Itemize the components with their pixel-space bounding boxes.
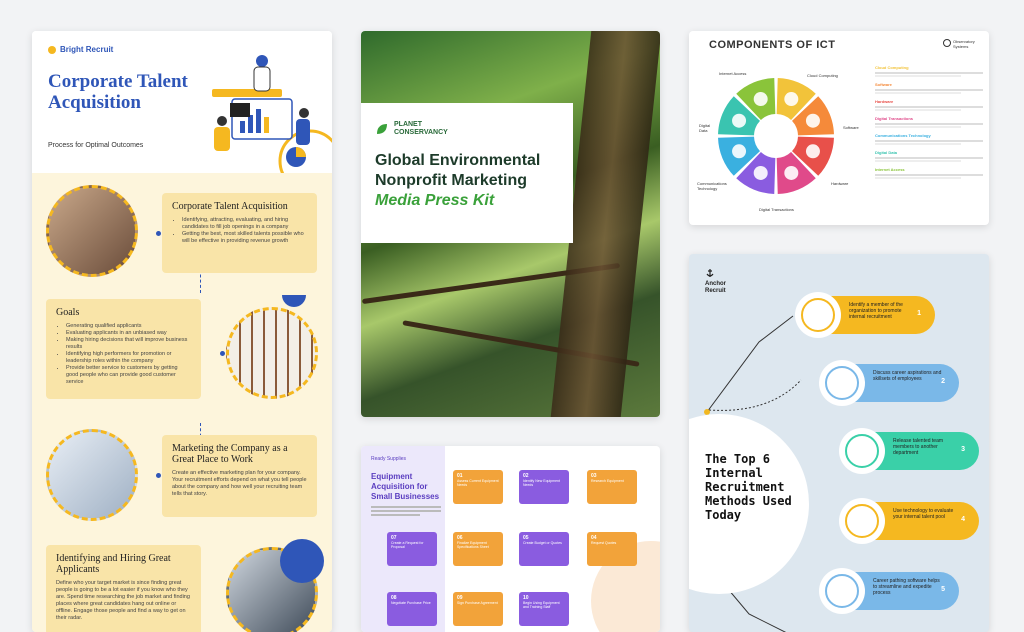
brand-logo: Bright Recruit <box>48 45 113 54</box>
step-06: 06 Finalize Equipment Specifications Shee… <box>453 532 503 566</box>
method-item-3: Release talented team members to another… <box>839 428 979 474</box>
segment-label: Digital Transactions <box>759 207 794 212</box>
bullet: Identifying high performers for promotio… <box>66 351 191 365</box>
method-item-5: Career pathing software helps to streaml… <box>819 568 959 614</box>
step-04: 04 Request Quotes <box>587 532 637 566</box>
decor-circle <box>280 539 324 583</box>
bullet: Making hiring decisions that will improv… <box>66 337 191 351</box>
section-box-1: Corporate Talent Acquisition Identifying… <box>162 193 317 273</box>
section-title: Corporate Talent Acquisition <box>172 201 288 212</box>
section-box-4: Identifying and Hiring Great Applicants … <box>46 545 201 632</box>
decor-half-circle <box>282 295 306 307</box>
method-item-4: Use technology to evaluate your internal… <box>839 498 979 544</box>
connector-dot <box>220 351 225 356</box>
step-09: 09 Sign Purchase Agreement <box>453 592 503 626</box>
hero-section: Bright Recruit Corporate Talent Acquisit… <box>32 31 332 173</box>
leaf-icon <box>377 124 387 134</box>
brand-logo: Observatory Systems <box>943 39 979 49</box>
section-title: Identifying and Hiring Great Applicants <box>56 553 171 575</box>
card-title: Equipment Acquisition for Small Business… <box>371 472 440 501</box>
card-title-accent: Media Press Kit <box>375 192 495 209</box>
bullet: Identifying, attracting, evaluating, and… <box>182 217 307 231</box>
content-body: Corporate Talent Acquisition Identifying… <box>32 173 332 632</box>
template-card-equipment-acquisition[interactable]: Ready Supplies Equipment Acquisition for… <box>361 446 660 632</box>
card-subtitle: Process for Optimal Outcomes <box>48 142 144 149</box>
step-03: 03 Research Equipment <box>587 470 637 504</box>
template-card-internal-recruitment[interactable]: Anchor Recruit The Top 6 Internal Recruit… <box>689 254 989 632</box>
step-10: 10 Begin Using Equipment and Training Sta… <box>519 592 569 626</box>
step-01: 01 Assess Current Equipment Needs <box>453 470 503 504</box>
section-box-2: Goals Generating qualified applicants Ev… <box>46 299 201 399</box>
segment-icon <box>753 165 768 180</box>
bullet: Generating qualified applicants <box>66 323 191 330</box>
segment-icon <box>805 113 820 128</box>
org-name-1: PLANET <box>394 121 422 128</box>
segment-icon <box>753 92 768 107</box>
card-description-placeholder <box>371 506 441 516</box>
section-box-3: Marketing the Company as a Great Place t… <box>162 435 317 517</box>
segment-icon <box>805 144 820 159</box>
template-card-components-of-ict[interactable]: COMPONENTS OF ICT Observatory Systems Int… <box>689 31 989 225</box>
template-card-media-press-kit[interactable]: PLANET CONSERVANCY Global Environmental N… <box>361 31 660 417</box>
photo-chart <box>46 429 138 521</box>
section-title: Marketing the Company as a Great Place t… <box>172 443 288 465</box>
step-02: 02 Identify New Equipment Needs <box>519 470 569 504</box>
segment-icon <box>732 144 747 159</box>
bullet: Evaluating applicants in an unbiased way <box>66 330 191 337</box>
legend: Cloud Computing Software Hardware Digita… <box>875 65 983 184</box>
bullet: Getting the best, most skilled talents p… <box>182 231 307 245</box>
method-item-2: Discuss career aspirations and skillsets… <box>819 360 959 406</box>
card-title: COMPONENTS OF ICT <box>709 39 836 51</box>
photo-meeting <box>46 185 138 277</box>
card-title: Global Environmental Nonprofit Marketing <box>375 152 541 189</box>
segment-label: Communications Technology <box>697 181 727 191</box>
step-05: 05 Create Budget or Quotes <box>519 532 569 566</box>
org-logo: PLANET CONSERVANCY <box>375 121 559 137</box>
segment-icon <box>732 113 747 128</box>
connector-dot <box>156 473 161 478</box>
connector-dot <box>156 231 161 236</box>
card-title: The Top 6 Internal Recruitment Methods U… <box>705 452 792 522</box>
segment-label: Hardware <box>831 181 849 186</box>
segment-label: Internet Access <box>719 71 747 76</box>
step-08: 08 Negotiate Purchase Price <box>387 592 437 626</box>
brand-name: Bright Recruit <box>60 45 114 54</box>
brand-name: Ready Supplies <box>371 456 407 462</box>
segment-label: Software <box>843 125 859 130</box>
step-07: 07 Create a Request for Proposal <box>387 532 437 566</box>
segment-label: Digital Data <box>699 123 711 133</box>
bullet: Provide better service to customers by g… <box>66 365 191 386</box>
section-text: Create an effective marketing plan for y… <box>172 470 307 497</box>
section-text: Define who your target market is since f… <box>56 580 190 621</box>
segment-icon <box>784 165 799 180</box>
card-title: Corporate Talent Acquisition <box>48 71 188 113</box>
method-item-1: Identify a member of the organization to… <box>795 292 935 338</box>
hero-illustration <box>212 55 332 173</box>
section-title: Goals <box>56 307 80 318</box>
segment-icon <box>784 92 799 107</box>
segment-label: Cloud Computing <box>807 73 838 78</box>
template-card-talent-acquisition[interactable]: Bright Recruit Corporate Talent Acquisit… <box>32 31 332 632</box>
title-panel: PLANET CONSERVANCY Global Environmental N… <box>361 103 573 243</box>
globe-icon <box>943 39 951 47</box>
org-name-2: CONSERVANCY <box>394 129 448 136</box>
photo-board <box>226 307 318 399</box>
